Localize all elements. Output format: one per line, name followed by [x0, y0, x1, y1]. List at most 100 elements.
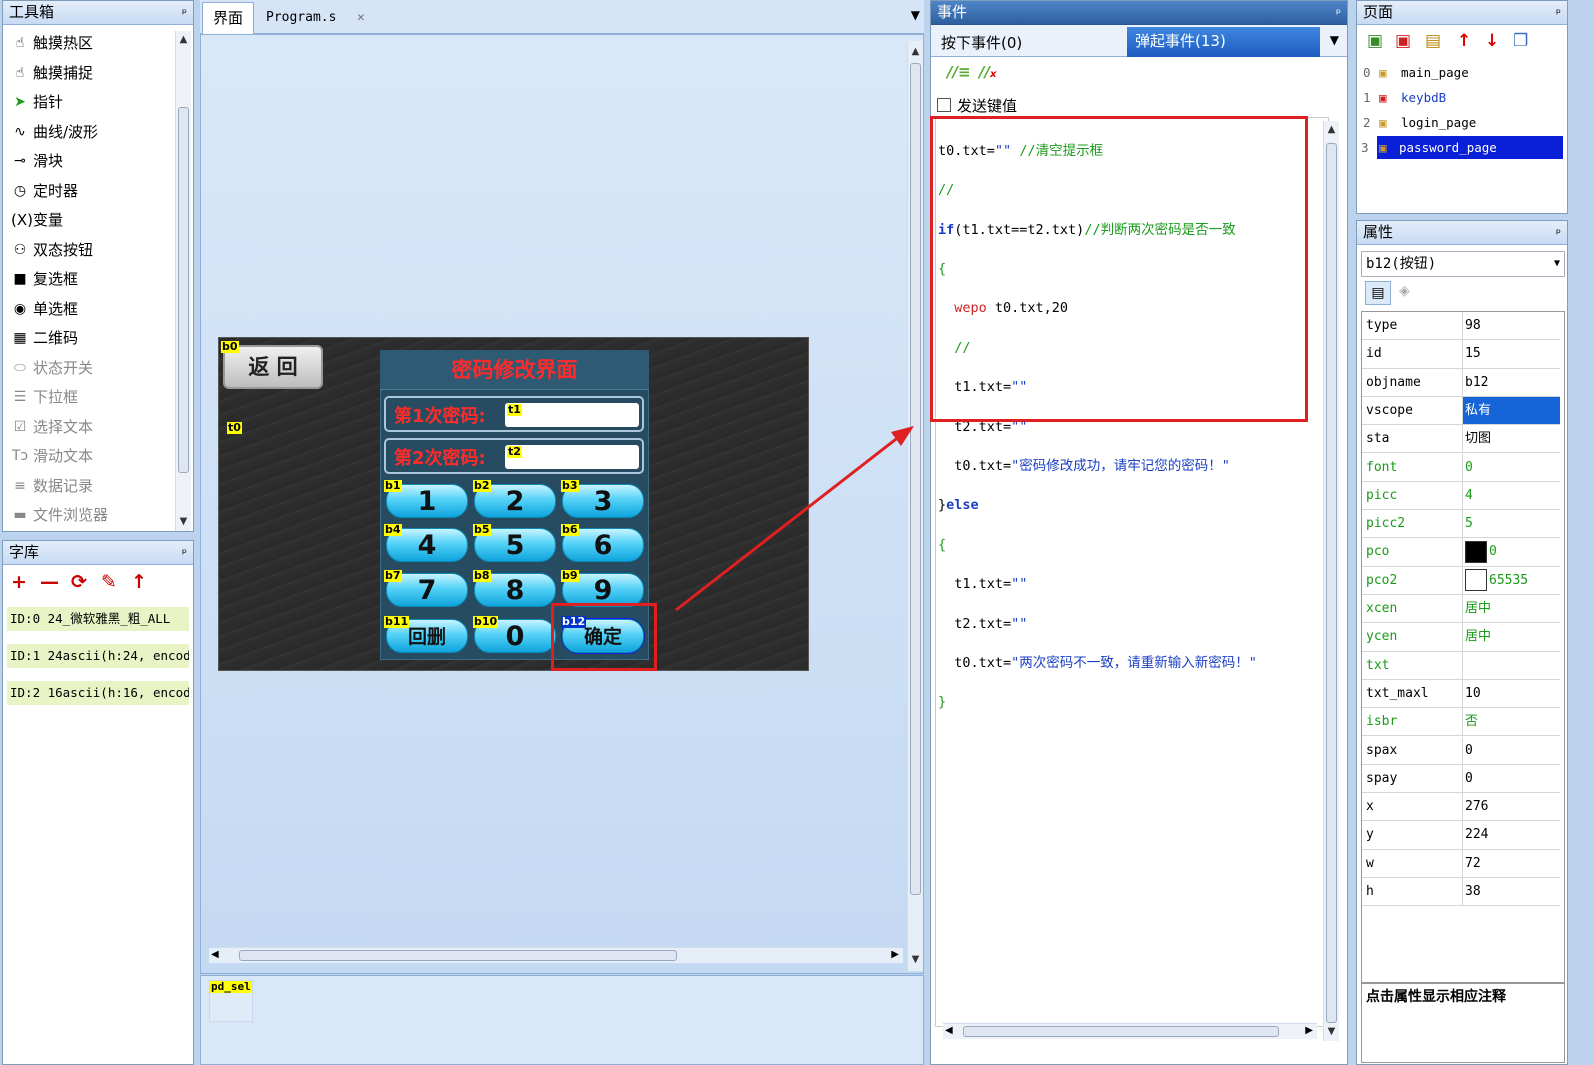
property-row[interactable]: pco2 65535 — [1362, 566, 1560, 595]
pin-icon[interactable]: ᵖ — [1556, 222, 1561, 244]
event-dropdown-icon[interactable]: ▼ — [1330, 33, 1339, 47]
property-value[interactable]: 65535 — [1462, 566, 1560, 594]
toolbox-item[interactable]: ▦ 二维码 — [9, 324, 78, 353]
toolbox-item[interactable]: ☑ 选择文本 — [9, 413, 93, 442]
property-value[interactable]: 居中 — [1462, 623, 1560, 651]
property-value[interactable]: b12 — [1462, 368, 1560, 396]
property-row[interactable]: font 0 — [1362, 453, 1560, 482]
pwd2-input[interactable] — [505, 445, 639, 469]
property-row[interactable]: spax 0 — [1362, 736, 1560, 765]
scroll-thumb[interactable] — [910, 63, 921, 895]
toolbox-item[interactable]: ➤ 指针 — [9, 88, 63, 117]
property-row[interactable]: vscope 私有 — [1362, 396, 1560, 426]
pin-icon[interactable]: ᵖ — [1556, 2, 1561, 24]
property-value[interactable]: 0 — [1462, 764, 1560, 793]
tab-dropdown-icon[interactable]: ▼ — [911, 8, 920, 22]
property-row[interactable]: x 276 — [1362, 793, 1560, 822]
tab-program[interactable]: Program.s ✕ — [260, 4, 380, 32]
scroll-down-icon[interactable]: ▼ — [908, 953, 923, 967]
pd-sel-object[interactable]: pd_sel — [209, 980, 253, 1022]
toolbox-item[interactable]: ≡ 数据记录 — [9, 472, 93, 501]
property-row[interactable]: xcen 居中 — [1362, 595, 1560, 624]
scroll-up-icon[interactable]: ▲ — [908, 45, 923, 59]
toolbox-scrollbar[interactable]: ▲ ▼ — [175, 31, 191, 531]
remove-font-icon[interactable]: — — [40, 571, 59, 593]
property-row[interactable]: txt — [1362, 651, 1560, 680]
page-item[interactable]: 0 ▣ main_page — [1361, 61, 1563, 84]
pin-icon[interactable]: ᵖ — [182, 542, 187, 564]
property-value[interactable]: 276 — [1462, 793, 1560, 821]
canvas-hscrollbar[interactable]: ◀ ▶ — [209, 947, 903, 963]
property-row[interactable]: ycen 居中 — [1362, 623, 1560, 652]
send-key-checkbox-row[interactable]: 发送键值 — [937, 94, 1017, 116]
property-value[interactable]: 72 — [1462, 849, 1560, 877]
font-item[interactable]: ID:0 24_微软雅黑_粗_ALL — [7, 607, 189, 631]
scroll-down-icon[interactable]: ▼ — [176, 515, 191, 529]
tab-release-event[interactable]: 弹起事件(13) — [1127, 27, 1320, 57]
copy-page-icon[interactable]: ❐ — [1513, 31, 1528, 51]
send-key-checkbox[interactable] — [937, 98, 951, 112]
page-item[interactable]: 2 ▣ login_page — [1361, 111, 1563, 134]
property-row[interactable]: type 98 — [1362, 312, 1560, 341]
property-row[interactable]: id 15 — [1362, 340, 1560, 369]
property-row[interactable]: pco 0 — [1362, 538, 1560, 567]
toolbox-item[interactable]: ☝ 触摸捕捉 — [9, 59, 93, 88]
edit-font-icon[interactable]: ✎ — [101, 571, 117, 593]
import-page-icon[interactable]: ▤ — [1425, 31, 1441, 51]
property-value[interactable]: 切图 — [1462, 425, 1560, 453]
property-value[interactable]: 10 — [1462, 679, 1560, 708]
property-row[interactable]: h 38 — [1362, 878, 1560, 907]
property-row[interactable]: objname b12 — [1362, 368, 1560, 397]
property-row[interactable]: picc 4 — [1362, 481, 1560, 511]
add-font-icon[interactable]: + — [11, 571, 27, 593]
scroll-left-icon[interactable]: ◀ — [211, 949, 219, 960]
toolbox-item[interactable]: ☰ 下拉框 — [9, 383, 78, 412]
property-row[interactable]: picc2 5 — [1362, 510, 1560, 539]
toolbox-item[interactable]: (X)变量 — [9, 206, 63, 235]
toolbox-item[interactable]: ◉ 单选框 — [9, 295, 78, 324]
tab-interface[interactable]: 界面 — [202, 2, 254, 34]
property-value[interactable]: 38 — [1462, 878, 1560, 906]
move-down-page-icon[interactable]: ↓ — [1485, 31, 1499, 51]
scroll-right-icon[interactable]: ▶ — [1305, 1025, 1313, 1036]
property-value[interactable] — [1462, 651, 1560, 679]
delete-page-icon[interactable]: ▣ — [1395, 31, 1411, 51]
property-row[interactable]: isbr 否 — [1362, 708, 1560, 737]
font-item[interactable]: ID:2 16ascii(h:16, encode — [7, 681, 189, 705]
code-hscrollbar[interactable]: ◀ ▶ — [943, 1023, 1317, 1039]
property-row[interactable]: y 224 — [1362, 821, 1560, 850]
property-value[interactable]: 0 — [1462, 453, 1560, 481]
page-item[interactable]: 1 ▣ keybdB — [1361, 86, 1563, 109]
scroll-thumb[interactable] — [963, 1026, 1279, 1037]
scroll-right-icon[interactable]: ▶ — [891, 949, 899, 960]
pin-icon[interactable]: ᵖ — [1336, 2, 1341, 24]
property-value[interactable]: 224 — [1462, 821, 1560, 849]
scroll-thumb[interactable] — [239, 950, 677, 961]
property-row[interactable]: w 72 — [1362, 849, 1560, 878]
property-value[interactable]: 98 — [1462, 312, 1560, 340]
toolbox-item[interactable]: ⬭ 状态开关 — [9, 354, 93, 383]
property-value[interactable]: 居中 — [1462, 595, 1560, 623]
property-value[interactable]: 15 — [1462, 340, 1560, 368]
property-value[interactable]: 5 — [1462, 510, 1560, 538]
pin-icon[interactable]: ᵖ — [182, 2, 187, 24]
categorized-icon[interactable]: ▤ — [1365, 281, 1391, 305]
property-value[interactable]: 私有 — [1462, 396, 1560, 425]
scroll-up-icon[interactable]: ▲ — [176, 33, 191, 47]
property-row[interactable]: spay 0 — [1362, 764, 1560, 794]
property-row[interactable]: txt_maxl 10 — [1362, 679, 1560, 709]
dropdown-icon[interactable]: ▼ — [1554, 252, 1560, 276]
uncomment-icon[interactable]: //x — [979, 63, 996, 81]
code-vscrollbar[interactable]: ▲ ▼ — [1323, 121, 1339, 1041]
toolbox-item[interactable]: ∿ 曲线/波形 — [9, 118, 98, 147]
canvas-vscrollbar[interactable]: ▲ ▼ — [907, 41, 923, 971]
move-up-page-icon[interactable]: ↑ — [1457, 31, 1471, 51]
add-page-icon[interactable]: ▣ — [1367, 31, 1383, 51]
scroll-left-icon[interactable]: ◀ — [945, 1025, 953, 1036]
object-selector[interactable]: b12(按钮) ▼ — [1361, 251, 1565, 277]
tab-press-event[interactable]: 按下事件(0) — [935, 29, 1125, 57]
move-up-font-icon[interactable]: ↑ — [131, 571, 147, 593]
property-value[interactable]: 否 — [1462, 708, 1560, 736]
scroll-up-icon[interactable]: ▲ — [1324, 123, 1339, 137]
scroll-down-icon[interactable]: ▼ — [1324, 1025, 1339, 1039]
